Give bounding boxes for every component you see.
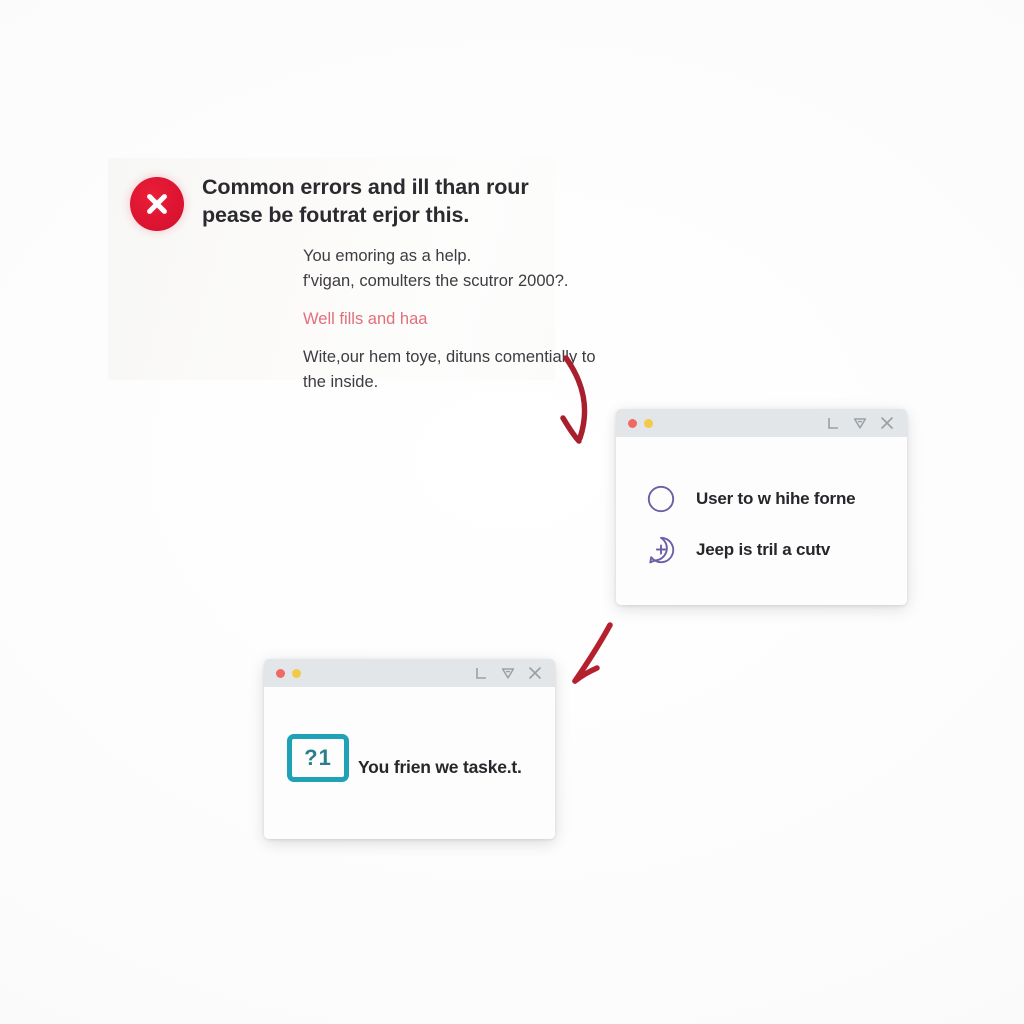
question-window[interactable]: ?1 You frien we taske.t. (264, 659, 555, 839)
error-header-row: Common errors and ill than rour pease be… (130, 174, 529, 231)
close-x-icon[interactable] (880, 416, 894, 430)
error-paragraph-accent: Well fills and haa (303, 307, 648, 332)
options-list: User to w hihe forne Jeep is tril a cutv (646, 484, 856, 565)
error-text-line: the inside. (303, 373, 379, 392)
window-dots (628, 418, 653, 428)
close-x-icon[interactable] (528, 666, 542, 680)
options-window[interactable]: User to w hihe forne Jeep is tril a cutv (616, 409, 907, 605)
option-label: Jeep is tril a cutv (696, 540, 831, 559)
corner-l-icon[interactable] (475, 667, 488, 680)
error-accent-line: Well fills and haa (303, 310, 428, 329)
question-window-body: ?1 You frien we taske.t. (264, 687, 555, 839)
error-text-line: Wite,our hem toye, dituns comentially to (303, 348, 596, 367)
minimize-dot-icon[interactable] (644, 418, 653, 428)
shield-icon[interactable] (853, 416, 867, 430)
question-count-badge[interactable]: ?1 (287, 734, 349, 782)
question-count-badge-label: ?1 (304, 745, 332, 770)
plus-bubble-icon (646, 535, 676, 565)
option-row[interactable]: Jeep is tril a cutv (646, 535, 855, 565)
error-x-circle-icon (130, 177, 184, 231)
error-panel: Common errors and ill than rour pease be… (108, 158, 596, 391)
error-paragraph: You emoring as a help. f'vigan, comulter… (303, 244, 648, 294)
error-text-line: f'vigan, comulters the scutror 2000?. (303, 272, 569, 291)
close-dot-icon[interactable] (628, 418, 637, 428)
question-caption: You frien we taske.t. (358, 757, 522, 777)
corner-l-icon[interactable] (827, 417, 840, 430)
error-body: You emoring as a help. f'vigan, comulter… (303, 244, 648, 395)
options-window-titlebar-icons (827, 416, 894, 430)
error-text-line: You emoring as a help. (303, 247, 472, 265)
question-window-titlebar[interactable] (264, 659, 555, 687)
option-label: User to w hihe forne (696, 489, 856, 508)
circle-outline-icon (646, 484, 676, 514)
minimize-dot-icon[interactable] (292, 668, 301, 678)
option-row[interactable]: User to w hihe forne (646, 484, 856, 514)
error-heading-line-2: pease be foutrat erjor this. (202, 202, 470, 227)
question-window-titlebar-icons (475, 666, 542, 680)
options-window-titlebar[interactable] (616, 409, 907, 437)
error-heading: Common errors and ill than rour pease be… (202, 174, 529, 229)
window-dots (276, 668, 301, 678)
error-paragraph: Wite,our hem toye, dituns comentially to… (303, 345, 648, 395)
question-badge-row: ?1 You frien we taske.t. (287, 734, 522, 782)
error-heading-line-1: Common errors and ill than rour (202, 175, 529, 199)
shield-icon[interactable] (501, 666, 515, 680)
close-dot-icon[interactable] (276, 668, 285, 678)
options-window-body: User to w hihe forne Jeep is tril a cutv (616, 437, 907, 605)
